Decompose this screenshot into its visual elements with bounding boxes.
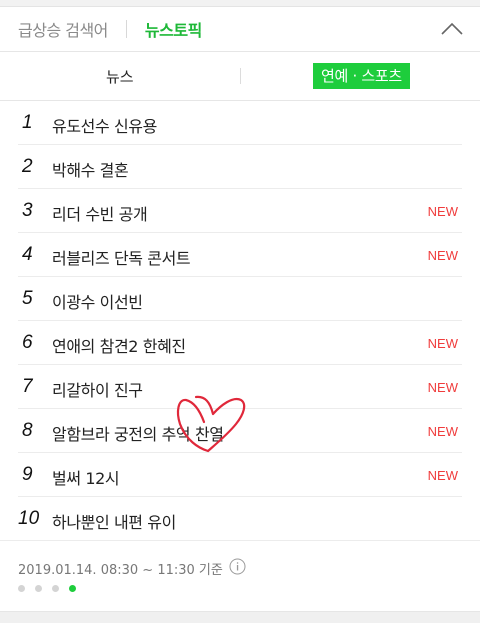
- page-dot-active[interactable]: [69, 585, 76, 592]
- new-badge: NEW: [427, 424, 458, 439]
- rank-number: 10: [18, 508, 40, 529]
- keyword-link[interactable]: 박해수 결혼: [52, 157, 129, 181]
- list-item[interactable]: 6 연애의 참견2 한혜진 NEW: [0, 321, 480, 365]
- subtab-bar: 뉴스 연예 · 스포츠: [0, 52, 480, 101]
- subtab-divider: [240, 68, 241, 84]
- tab-rising-keywords[interactable]: 급상승 검색어: [18, 17, 108, 41]
- keyword-list: 1 유도선수 신유용 2 박해수 결혼 3 리더 수빈 공개 NEW 4 러블리…: [0, 101, 480, 541]
- page-indicator: [18, 585, 76, 592]
- keyword-link[interactable]: 이광수 이선빈: [52, 289, 143, 313]
- rank-number: 1: [22, 112, 33, 133]
- page-dot[interactable]: [35, 585, 42, 592]
- list-item[interactable]: 9 벌써 12시 NEW: [0, 453, 480, 497]
- rank-number: 3: [22, 200, 33, 221]
- list-item[interactable]: 3 리더 수빈 공개 NEW: [0, 189, 480, 233]
- bottom-bar: [0, 611, 480, 623]
- rank-number: 6: [22, 332, 33, 353]
- keyword-link[interactable]: 유도선수 신유용: [52, 113, 157, 137]
- new-badge: NEW: [427, 248, 458, 263]
- subtab-news[interactable]: 뉴스: [106, 66, 134, 87]
- keyword-link[interactable]: 하나뿐인 내편 유이: [52, 509, 176, 533]
- widget-header: 급상승 검색어 뉴스토픽: [0, 7, 480, 52]
- keyword-link[interactable]: 벌써 12시: [52, 465, 120, 489]
- rank-number: 5: [22, 288, 33, 309]
- list-item[interactable]: 10 하나뿐인 내편 유이: [0, 497, 480, 541]
- subtab-entertainment-sports[interactable]: 연예 · 스포츠: [313, 63, 410, 89]
- new-badge: NEW: [427, 336, 458, 351]
- rank-number: 8: [22, 420, 33, 441]
- list-item[interactable]: 1 유도선수 신유용: [0, 101, 480, 145]
- rank-number: 7: [22, 376, 33, 397]
- tab-news-topic[interactable]: 뉴스토픽: [145, 17, 202, 41]
- list-item[interactable]: 5 이광수 이선빈: [0, 277, 480, 321]
- list-item[interactable]: 8 알함브라 궁전의 추억 찬열 NEW: [0, 409, 480, 453]
- header-divider: [125, 20, 127, 38]
- rank-number: 4: [22, 244, 33, 265]
- rank-number: 2: [22, 156, 33, 177]
- keyword-link[interactable]: 리갈하이 진구: [52, 377, 143, 401]
- new-badge: NEW: [427, 468, 458, 483]
- keyword-link[interactable]: 러블리즈 단독 콘서트: [52, 245, 191, 269]
- widget-footer: 2019.01.14. 08:30 ~ 11:30 기준: [0, 541, 480, 611]
- keyword-link[interactable]: 리더 수빈 공개: [52, 201, 148, 225]
- keyword-link[interactable]: 연애의 참견2 한혜진: [52, 333, 186, 357]
- page-dot[interactable]: [52, 585, 59, 592]
- page-dot[interactable]: [18, 585, 25, 592]
- chevron-up-icon[interactable]: [440, 17, 464, 41]
- list-item[interactable]: 7 리갈하이 진구 NEW: [0, 365, 480, 409]
- new-badge: NEW: [427, 380, 458, 395]
- list-item[interactable]: 4 러블리즈 단독 콘서트 NEW: [0, 233, 480, 277]
- top-border: [0, 0, 480, 7]
- rank-number: 9: [22, 464, 33, 485]
- new-badge: NEW: [427, 204, 458, 219]
- info-icon[interactable]: [229, 558, 246, 575]
- keyword-link[interactable]: 알함브라 궁전의 추억 찬열: [52, 421, 224, 445]
- timestamp: 2019.01.14. 08:30 ~ 11:30 기준: [18, 563, 223, 578]
- news-topic-widget: 급상승 검색어 뉴스토픽 뉴스 연예 · 스포츠 1 유도선수 신유용 2 박해…: [0, 0, 480, 623]
- list-item[interactable]: 2 박해수 결혼: [0, 145, 480, 189]
